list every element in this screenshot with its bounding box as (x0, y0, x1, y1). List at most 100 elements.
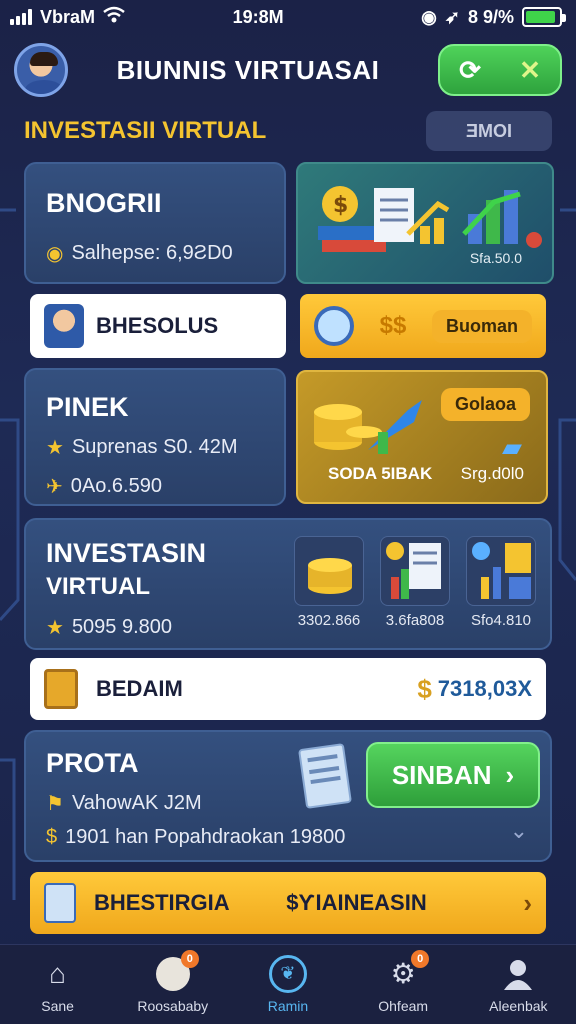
coins-icon (294, 536, 364, 606)
bhesolus-bar[interactable]: BHESOLUS (30, 294, 286, 358)
card-meta-2: $ 1901 han Popahdraokan 19800 (46, 826, 530, 849)
user-thumbnail (44, 304, 84, 348)
card-investasi[interactable]: INVESTASIN VIRTUAL ★ 5095 9.800 3302.866… (24, 518, 552, 650)
nav-item-shop[interactable]: ❦ Ramin (238, 954, 338, 1014)
car-icon: ▰ (502, 432, 522, 462)
bhestirgia-value: $ƳIAINEASIN (286, 890, 427, 915)
illustration-caption: Sfa.50.0 (469, 250, 522, 266)
nav-label: Aleenbak (489, 997, 548, 1014)
money-bag-icon: $ (46, 826, 58, 848)
card-title: PINEK (46, 392, 129, 422)
bedaim-label: BEDAIM (96, 676, 183, 701)
card-meta-text: 1901 han Popahdraokan 19800 (65, 826, 346, 848)
gear-icon: ⚙ 0 (383, 949, 430, 992)
nav-item-home[interactable]: ⌂ Sane (8, 956, 108, 1014)
location-icon: ➶ (444, 6, 460, 27)
tile-label: Sfo4.810 (470, 612, 532, 629)
investment-tiles: 3302.866 3.6fa808 Sfo4.810 (294, 536, 536, 629)
golaoa-badge: Golaoa (440, 388, 530, 421)
star-icon: ★ (46, 617, 64, 639)
refresh-icon[interactable]: ⟳ (459, 55, 481, 86)
card-pinek[interactable]: PINEK ★ Suprenas S0. 42M ✈ 0Ao.6.590 (24, 368, 286, 506)
svg-text:$: $ (333, 193, 348, 218)
card-meta-text: VahowAK J2M (71, 792, 202, 814)
card-meta-text: 0Ao.6.590 (70, 475, 162, 497)
card-meta-2: ✈ 0Ao.6.590 (46, 474, 264, 499)
card-meta-text: 5095 9.800 (71, 616, 173, 638)
flag-icon: ⚑ (46, 793, 64, 815)
chevron-right-icon: › (505, 759, 515, 790)
sinban-button[interactable]: SINBAN › (366, 742, 540, 808)
card-meta: ◉ Salhepse: 6,9ƧD0 (46, 241, 264, 266)
card-title: BNOGRII (46, 188, 162, 218)
card-meta-text: Salhepse: 6,9ƧD0 (71, 242, 233, 264)
section-title: INVESTASII VIRTUAL (24, 117, 267, 144)
shop-icon: ❦ (268, 954, 308, 993)
buoman-label: Buoman (431, 309, 532, 343)
nav-item-piggy[interactable]: 0 Roosababy (123, 949, 223, 1014)
alarm-icon: ◉ (421, 6, 437, 27)
bedaim-amount-group: $ 7318,03X (417, 674, 532, 705)
battery-percent: 8 9/% (467, 6, 514, 27)
chevron-right-icon: › (523, 887, 532, 918)
avatar[interactable] (14, 43, 68, 97)
nav-label: Ramin (267, 997, 309, 1014)
tools-icon[interactable]: ✕ (519, 55, 541, 86)
signal-icon (10, 9, 32, 25)
status-bar: VbraM 19:8M ◉ ➶ 8 9/% (0, 0, 576, 34)
location-pin-icon: ◉ (46, 243, 64, 265)
tile-label: 3.6fa808 (385, 612, 445, 629)
bhestirgia-left: BHESTIRGIA (44, 883, 230, 923)
nav-item-settings[interactable]: ⚙ 0 Ohfeam (353, 949, 453, 1014)
card-meta-1: ★ Suprenas S0. 42M (46, 435, 264, 460)
section-tag[interactable]: ƎMOI (426, 111, 552, 151)
tile-coins[interactable]: 3302.866 (294, 536, 364, 629)
badge-caption: Srg.d0l0 (460, 464, 524, 483)
star-icon: ★ (46, 437, 64, 459)
document-icon (298, 743, 352, 809)
chart-report-icon (380, 536, 450, 606)
section-header: INVESTASII VIRTUAL ƎMOI (0, 108, 576, 154)
wifi-icon (103, 6, 125, 29)
notification-badge: 0 (180, 949, 199, 968)
bhestirgia-label: BHESTIRGIA (94, 890, 230, 915)
bhestirgia-bar[interactable]: BHESTIRGIA $ƳIAINEASIN › (30, 872, 546, 934)
carrier-name: VbraM (40, 6, 96, 27)
dollar-icon: $ (417, 673, 432, 704)
soda-label: SODA 5IBAK (328, 464, 433, 483)
battery-level (525, 11, 555, 23)
nav-item-profile[interactable]: Aleenbak (468, 956, 568, 1014)
app-title: BIUNNIS VIRTUASAI (116, 54, 380, 85)
books-chart-illustration: $ (318, 186, 542, 252)
status-time: 19:8M (232, 6, 284, 27)
app-header: BIUNNIS VIRTUASAI ⟳ ✕ (0, 38, 576, 102)
battery-icon (521, 7, 566, 27)
buoman-bar[interactable]: $$ Buoman (300, 294, 546, 358)
bhesolus-label: BHESOLUS (96, 313, 219, 338)
bedaim-amount: 7318,03X (437, 676, 532, 701)
bedaim-left: BEDAIM (44, 669, 183, 709)
checklist-icon (44, 883, 76, 923)
notification-badge: 0 (411, 949, 430, 968)
growth-chart-icon (466, 536, 536, 606)
piggy-icon: 0 (153, 949, 199, 992)
soda-illustration[interactable]: Golaoa ▰ SODA 5IBAK Srg.d0l0 (296, 370, 548, 504)
sinban-label: SINBAN (391, 759, 492, 790)
tile-growth[interactable]: Sfo4.810 (466, 536, 536, 629)
tile-chart-report[interactable]: 3.6fa808 (380, 536, 450, 629)
nav-label: Ohfeam (378, 997, 429, 1014)
bottom-nav: ⌂ Sane 0 Roosababy ❦ Ramin ⚙ 0 Ohfeam Al… (0, 944, 576, 1024)
investment-illustration[interactable]: $ Sfa.50.0 (296, 162, 554, 284)
money-icon: $$ (379, 312, 407, 339)
nav-label: Sane (41, 997, 74, 1014)
nav-label: Roosababy (137, 997, 209, 1014)
bedaim-bar[interactable]: BEDAIM $ 7318,03X (30, 658, 546, 720)
plane-icon: ✈ (46, 476, 63, 498)
chevron-down-icon[interactable]: ⌄ (510, 818, 528, 844)
profile-icon (498, 956, 538, 992)
header-actions: ⟳ ✕ (438, 44, 562, 96)
clipboard-icon (44, 669, 78, 709)
card-brogrii[interactable]: BNOGRII ◉ Salhepse: 6,9ƧD0 (24, 162, 286, 284)
home-icon: ⌂ (49, 957, 67, 989)
tile-label: 3302.866 (297, 612, 361, 629)
